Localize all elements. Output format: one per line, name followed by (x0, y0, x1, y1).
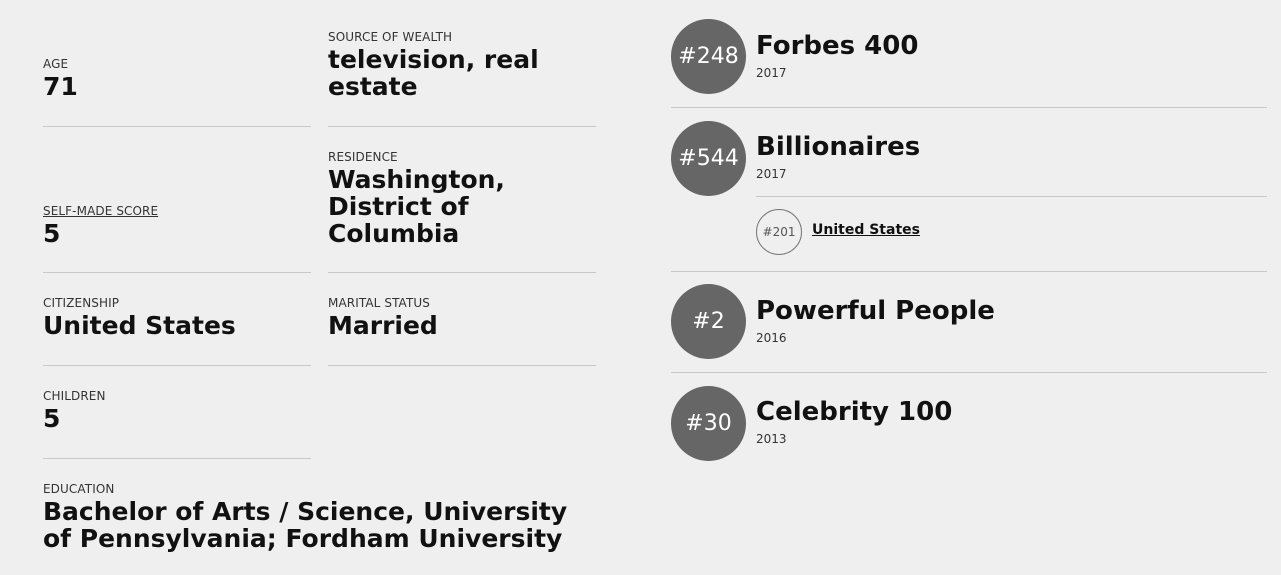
divider (671, 372, 1267, 373)
divider (43, 126, 311, 127)
rank-badge: #544 (671, 121, 746, 196)
stat-value: television, real estate (328, 45, 539, 101)
ranking-year: 2017 (756, 66, 787, 80)
sub-ranking-link[interactable]: United States (812, 222, 920, 238)
ranking-title[interactable]: Celebrity 100 (756, 397, 952, 427)
divider (328, 365, 596, 366)
self-made-score-link[interactable]: SELF-MADE SCORE (43, 204, 158, 218)
divider (43, 458, 311, 459)
divider (756, 196, 1267, 197)
stat-children: CHILDREN 5 (43, 389, 106, 432)
ranking-title[interactable]: Powerful People (756, 296, 995, 326)
divider (671, 107, 1267, 108)
rank-badge: #2 (671, 284, 746, 359)
stat-residence: RESIDENCE Washington, District of Columb… (328, 150, 528, 247)
stat-label: CHILDREN (43, 389, 106, 403)
stat-source-of-wealth: SOURCE OF WEALTH television, real estate (328, 30, 568, 100)
stat-label: AGE (43, 57, 69, 71)
stat-value: Bachelor of Arts / Science, University o… (43, 497, 568, 553)
divider (328, 272, 596, 273)
stat-age: AGE 71 (43, 57, 78, 100)
divider (328, 126, 596, 127)
divider (671, 271, 1267, 272)
ranking-year: 2017 (756, 167, 787, 181)
stat-value: United States (43, 311, 236, 340)
stat-label: CITIZENSHIP (43, 296, 120, 310)
stat-citizenship: CITIZENSHIP United States (43, 296, 236, 339)
stat-education: EDUCATION Bachelor of Arts / Science, Un… (43, 482, 583, 552)
stat-value: 71 (43, 72, 78, 101)
stat-self-made-score: SELF-MADE SCORE 5 (43, 204, 158, 247)
rank-badge: #30 (671, 386, 746, 461)
stat-value: 5 (43, 219, 61, 248)
rank-badge: #248 (671, 19, 746, 94)
stat-label: EDUCATION (43, 482, 115, 496)
divider (43, 365, 311, 366)
stat-value: Married (328, 311, 438, 340)
stat-value: 5 (43, 404, 61, 433)
stat-label: RESIDENCE (328, 150, 398, 164)
stat-label: MARITAL STATUS (328, 296, 430, 310)
divider (43, 272, 311, 273)
sub-rank-badge: #201 (756, 209, 802, 255)
stat-value: Washington, District of Columbia (328, 165, 505, 248)
ranking-title[interactable]: Forbes 400 (756, 31, 918, 61)
ranking-year: 2013 (756, 432, 787, 446)
ranking-year: 2016 (756, 331, 787, 345)
ranking-title[interactable]: Billionaires (756, 132, 920, 162)
stat-marital-status: MARITAL STATUS Married (328, 296, 438, 339)
stat-label: SOURCE OF WEALTH (328, 30, 453, 44)
